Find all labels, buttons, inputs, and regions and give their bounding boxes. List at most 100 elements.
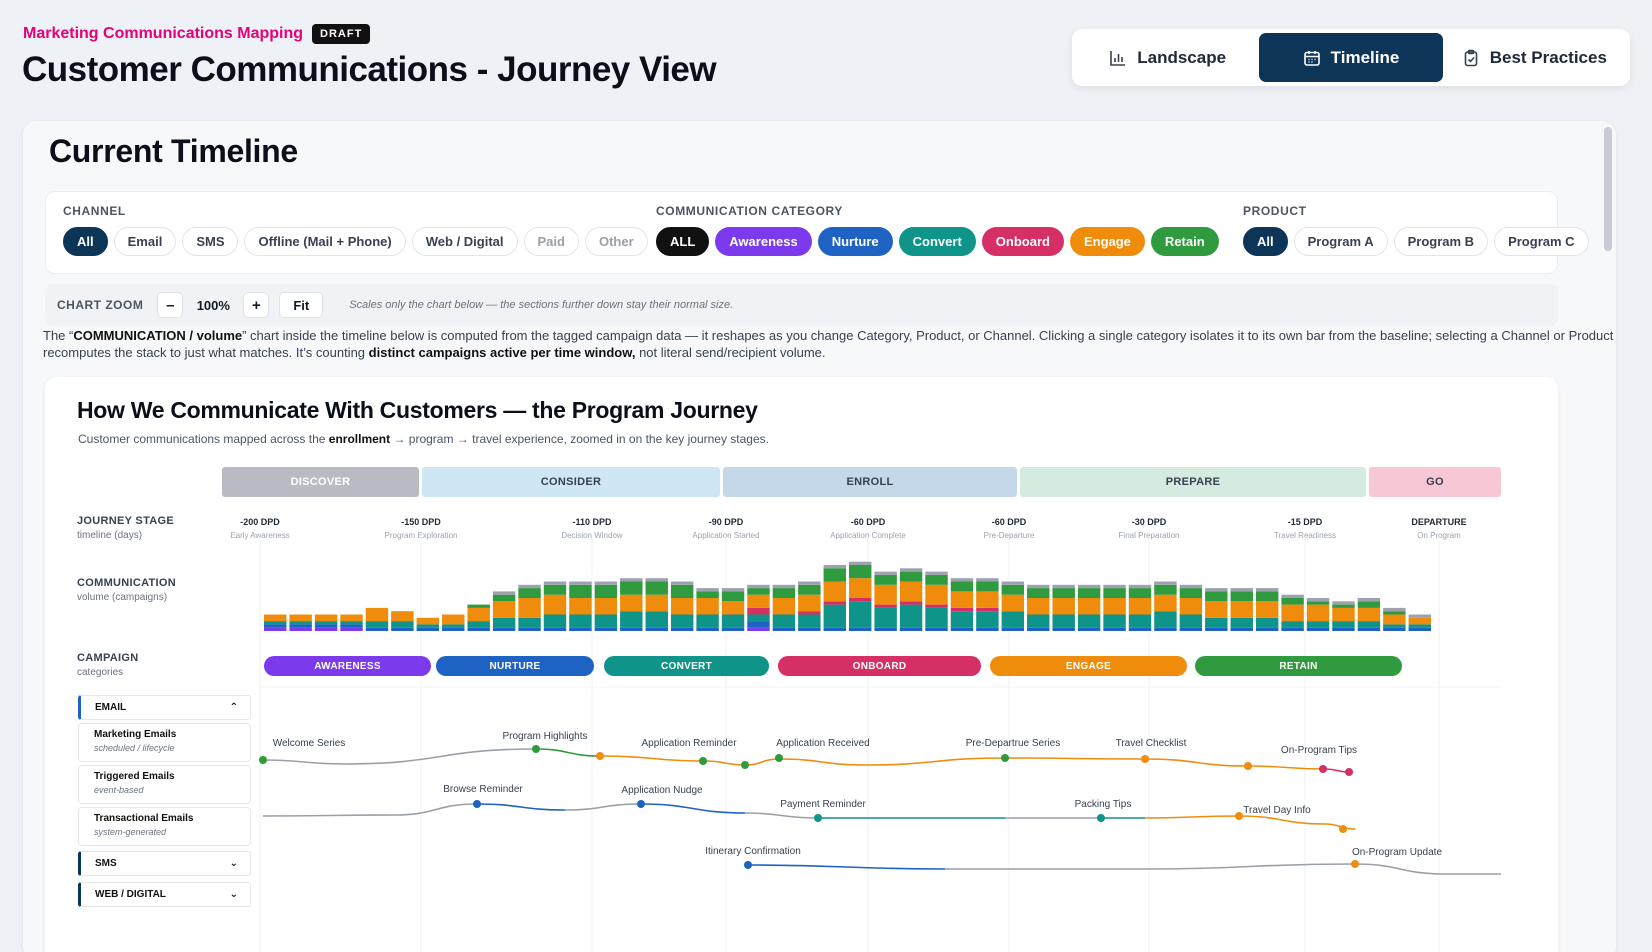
volume-bar-segment: [1205, 591, 1228, 602]
volume-bar-segment: [798, 614, 821, 628]
volume-bar-segment: [518, 588, 541, 598]
scrollbar-thumb[interactable]: [1604, 127, 1612, 251]
volume-bar-segment: [1255, 601, 1279, 618]
volume-bar-segment: [620, 581, 643, 595]
volume-bar-segment: [950, 607, 974, 612]
filter-label: COMMUNICATION CATEGORY: [656, 204, 843, 218]
campaign-label: On-Program Update: [1352, 847, 1442, 858]
lane-line: [394, 803, 478, 816]
volume-bar-segment: [1255, 617, 1279, 628]
volume-bar-segment: [950, 581, 974, 592]
channel-web-header[interactable]: WEB / DIGITAL ⌄: [78, 882, 251, 907]
chip-category-convert[interactable]: Convert: [898, 227, 976, 256]
channel-sub-marketing-emails[interactable]: Marketing Emails scheduled / lifecycle: [78, 723, 251, 762]
chip-category-retain[interactable]: Retain: [1150, 227, 1219, 256]
chip-category-engage[interactable]: Engage: [1069, 227, 1145, 256]
volume-bar-segment: [1179, 584, 1203, 589]
zoom-fit-button[interactable]: Fit: [279, 292, 324, 318]
volume-bar-segment: [976, 581, 999, 592]
volume-bar-segment: [1357, 598, 1381, 602]
volume-bar-segment: [874, 604, 897, 608]
volume-bar-segment: [1103, 598, 1126, 615]
chip-channel-other[interactable]: Other: [584, 227, 648, 256]
volume-bar-segment: [1205, 617, 1228, 628]
chip-category-awareness[interactable]: Awareness: [715, 227, 812, 256]
chip-product-b[interactable]: Program B: [1393, 227, 1489, 256]
volume-bar-segment: [1027, 598, 1050, 615]
category-pill-convert[interactable]: CONVERT: [604, 656, 769, 676]
chip-channel-web[interactable]: Web / Digital: [411, 227, 518, 256]
volume-bar-segment: [645, 627, 668, 631]
zoom-in-button[interactable]: +: [243, 292, 270, 318]
volume-bar-segment: [340, 627, 363, 631]
volume-bar-segment: [849, 627, 872, 631]
channel-email-header[interactable]: EMAIL ⌃: [78, 695, 251, 720]
zoom-label: CHART ZOOM: [57, 298, 144, 312]
category-pill-nurture[interactable]: NURTURE: [436, 656, 594, 676]
tab-timeline[interactable]: Timeline: [1259, 33, 1443, 82]
zoom-note: Scales only the chart below — the sectio…: [349, 299, 734, 311]
zoom-out-button[interactable]: –: [157, 292, 184, 318]
lane-line: [1238, 815, 1326, 825]
volume-bar-segment: [1408, 627, 1431, 631]
chip-category-nurture[interactable]: Nurture: [817, 227, 893, 256]
volume-bar-segment: [442, 624, 465, 628]
view-switcher: Landscape Timeline Best Practices: [1072, 29, 1630, 86]
chip-channel-paid[interactable]: Paid: [523, 227, 579, 256]
volume-bar-segment: [314, 627, 338, 631]
channel-sub-triggered-emails[interactable]: Triggered Emails event-based: [78, 765, 251, 804]
volume-bar-segment: [1179, 614, 1203, 628]
volume-bar-segment: [1357, 627, 1381, 631]
volume-bar-segment: [518, 584, 541, 589]
chip-product-all[interactable]: All: [1243, 227, 1288, 256]
campaign-dot: [741, 761, 749, 769]
volume-bar-segment: [976, 611, 999, 628]
chip-channel-offline[interactable]: Offline (Mail + Phone): [244, 227, 406, 256]
chart-explanation: The “COMMUNICATION / volume” chart insid…: [43, 327, 1616, 361]
volume-bar-segment: [1077, 627, 1101, 631]
volume-bar-segment: [849, 601, 872, 628]
volume-bar-segment: [467, 607, 490, 622]
campaign-dot: [1345, 768, 1353, 776]
tab-best-practices[interactable]: Best Practices: [1443, 33, 1626, 82]
chip-product-a[interactable]: Program A: [1293, 227, 1388, 256]
calendar-icon: [1303, 50, 1320, 66]
channel-sub-transactional-emails[interactable]: Transactional Emails system-generated: [78, 807, 251, 846]
campaign-dot: [1001, 754, 1009, 762]
chip-channel-email[interactable]: Email: [113, 227, 177, 256]
volume-bar-segment: [1332, 604, 1355, 608]
category-pill-retain[interactable]: RETAIN: [1195, 656, 1402, 676]
volume-bar-segment: [899, 581, 923, 602]
campaign-label: Application Received: [776, 738, 869, 749]
chip-product-c[interactable]: Program C: [1494, 227, 1589, 256]
channel-sms-header[interactable]: SMS ⌄: [78, 851, 251, 876]
chip-channel-sms[interactable]: SMS: [182, 227, 239, 256]
sub-title: Transactional Emails: [94, 813, 194, 824]
volume-bar-segment: [874, 627, 897, 631]
volume-bar-segment: [442, 614, 465, 625]
volume-bar-segment: [492, 627, 516, 631]
tab-label: Timeline: [1330, 47, 1400, 67]
volume-bar-segment: [1128, 588, 1152, 598]
chip-category-all[interactable]: ALL: [656, 227, 710, 256]
category-pill-engage[interactable]: ENGAGE: [990, 656, 1187, 676]
volume-bar-segment: [747, 607, 770, 615]
campaign-dot: [532, 745, 540, 753]
volume-bar-segment: [976, 627, 999, 631]
channel-label: WEB / DIGITAL: [95, 889, 166, 900]
volume-bar-segment: [823, 627, 846, 631]
volume-bar-segment: [849, 598, 872, 602]
tab-landscape[interactable]: Landscape: [1076, 33, 1259, 82]
chip-channel-all[interactable]: All: [63, 227, 108, 256]
lane-line: [1247, 765, 1326, 770]
campaign-label: Welcome Series: [273, 738, 346, 749]
volume-bar-segment: [569, 598, 592, 615]
volume-bar-segment: [1408, 614, 1431, 618]
volume-bar-segment: [950, 611, 974, 628]
volume-bar-segment: [772, 614, 796, 628]
chip-category-onboard[interactable]: Onboard: [981, 227, 1064, 256]
category-pill-onboard[interactable]: ONBOARD: [778, 656, 981, 676]
volume-bar-segment: [569, 581, 592, 585]
volume-bar-segment: [1230, 627, 1253, 631]
category-pill-awareness[interactable]: AWARENESS: [264, 656, 431, 676]
